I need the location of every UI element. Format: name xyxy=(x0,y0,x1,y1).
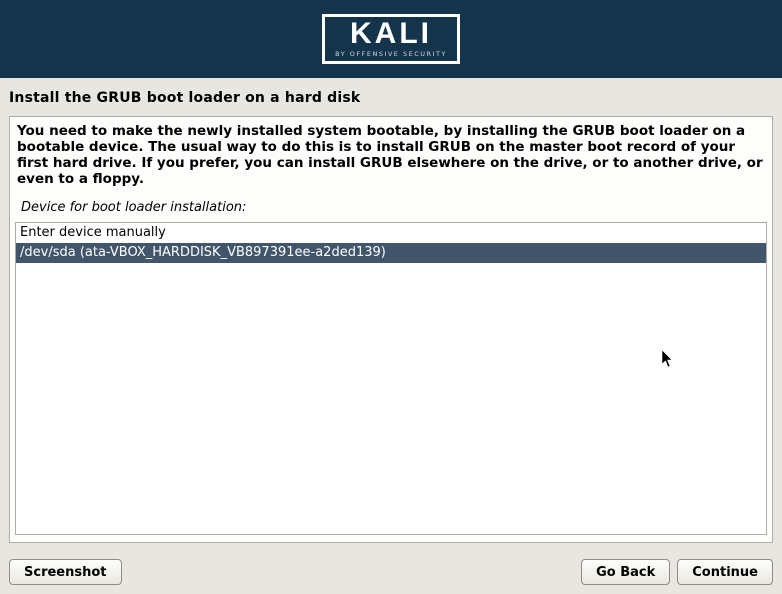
kali-logo: KALI BY OFFENSIVE SECURITY xyxy=(322,14,460,64)
button-bar: Screenshot Go Back Continue xyxy=(0,550,782,594)
header: KALI BY OFFENSIVE SECURITY xyxy=(0,0,782,78)
instructions-text: You need to make the newly installed sys… xyxy=(15,124,767,192)
page-title: Install the GRUB boot loader on a hard d… xyxy=(0,78,782,116)
logo-sub-text: BY OFFENSIVE SECURITY xyxy=(335,51,447,61)
device-option[interactable]: Enter device manually xyxy=(16,223,766,243)
device-subhead: Device for boot loader installation: xyxy=(15,192,767,218)
device-list[interactable]: Enter device manually/dev/sda (ata-VBOX_… xyxy=(15,222,767,535)
go-back-button[interactable]: Go Back xyxy=(581,559,670,585)
continue-button[interactable]: Continue xyxy=(677,559,773,585)
content-panel: You need to make the newly installed sys… xyxy=(9,116,773,543)
device-option[interactable]: /dev/sda (ata-VBOX_HARDDISK_VB897391ee-a… xyxy=(16,243,766,263)
screenshot-button[interactable]: Screenshot xyxy=(9,559,122,585)
logo-main-text: KALI xyxy=(335,19,447,49)
